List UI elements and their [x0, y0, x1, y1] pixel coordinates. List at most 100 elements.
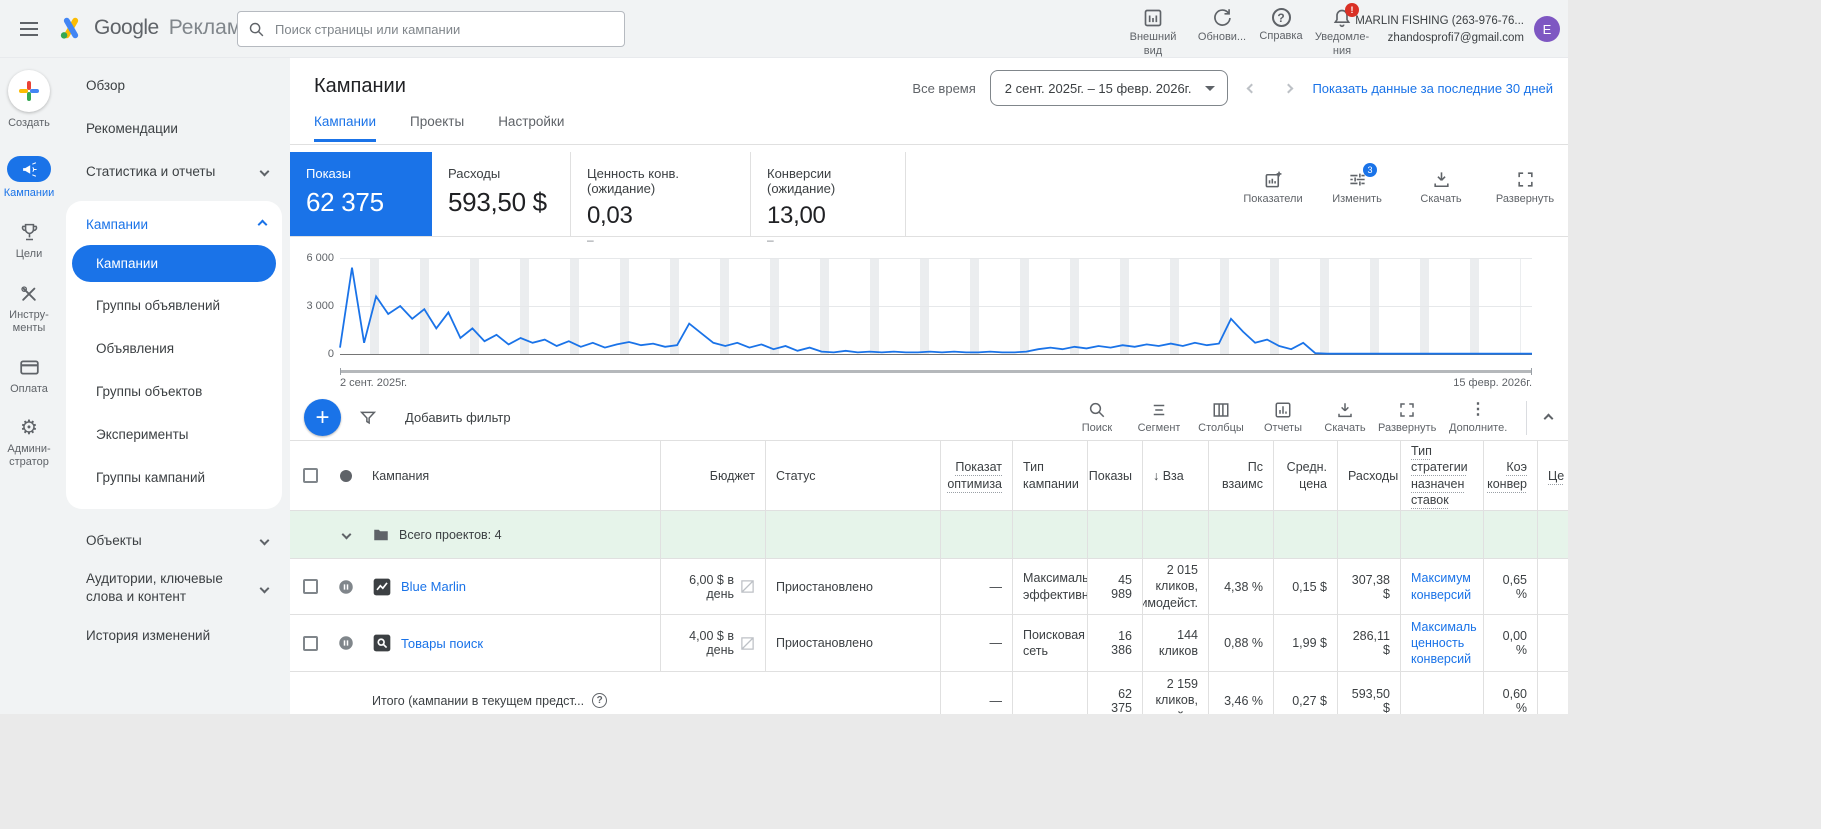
next-period-button[interactable] [1284, 83, 1294, 93]
budget-cell[interactable]: 6,00 $ в день [660, 559, 765, 614]
budget-cell[interactable]: 4,00 $ в день [660, 615, 765, 671]
budget-edit-icon[interactable] [740, 636, 755, 651]
table-more-button[interactable]: ⋮ Дополните... [1442, 401, 1514, 434]
col-interactions-sorted[interactable]: ↓ Вза [1142, 441, 1208, 510]
projects-group-row[interactable]: Всего проектов: 4 [290, 511, 1568, 559]
account-info[interactable]: MARLIN FISHING (263-976-76... zhandospro… [1355, 13, 1524, 46]
menu-icon[interactable] [20, 22, 38, 36]
tools-icon [19, 284, 39, 304]
impressions-chart[interactable] [340, 258, 1532, 355]
impressions-cell: 16 386 [1087, 615, 1142, 671]
page-title: Кампании [314, 75, 406, 98]
metric-card-impressions[interactable]: Показы 62 375 [290, 152, 432, 236]
col-bid-strategy[interactable]: Тип стратегии назначен ставок [1400, 441, 1483, 510]
chart-edit-button[interactable]: 3 Изменить [1328, 170, 1386, 205]
nav-assets[interactable]: Объекты [58, 519, 290, 562]
nav-recommendations[interactable]: Рекомендации [58, 107, 290, 150]
row-checkbox[interactable] [303, 579, 318, 594]
col-avg-cost[interactable]: Средн. цена [1273, 441, 1337, 510]
col-cut[interactable]: Це [1537, 441, 1568, 510]
col-campaign-type[interactable]: Тип кампании [1012, 441, 1087, 510]
create-button[interactable]: Создать [0, 70, 58, 130]
chevron-down-icon[interactable] [341, 530, 351, 540]
nav-experiments[interactable]: Эксперименты [66, 413, 282, 456]
search-icon [248, 21, 265, 38]
tab-settings[interactable]: Настройки [498, 114, 564, 142]
chart-expand-button[interactable]: Развернуть [1496, 170, 1554, 205]
add-filter-label[interactable]: Добавить фильтр [405, 410, 511, 425]
nav-campaigns-active[interactable]: Кампании [72, 245, 276, 282]
add-campaign-button[interactable]: + [304, 399, 341, 436]
col-interaction-rate[interactable]: Пс взаимс [1208, 441, 1273, 510]
paused-status-icon[interactable] [337, 634, 355, 652]
bid-strategy-cell[interactable]: Максимум конверсий [1400, 559, 1483, 614]
budget-edit-icon[interactable] [740, 579, 755, 594]
google-ads-app: Google Реклама Внешний вид Обнови... ? С… [0, 0, 1568, 714]
rail-item-billing[interactable]: Оплата [0, 357, 58, 396]
col-campaign[interactable]: Кампания [362, 441, 660, 510]
chart-download-button[interactable]: Скачать [1412, 170, 1470, 205]
table-reports-button[interactable]: Отчеты [1256, 401, 1310, 434]
paused-status-icon[interactable] [337, 578, 355, 596]
status-cell[interactable]: Приостановлено [765, 615, 940, 671]
date-range-picker[interactable]: 2 сент. 2025г. – 15 февр. 2026г. [990, 70, 1229, 106]
campaign-type-cell: Максималь эффективно [1012, 559, 1087, 614]
rail-item-admin[interactable]: ⚙ Админи- стратор [0, 418, 58, 469]
nav-ad-groups[interactable]: Группы объявлений [66, 284, 282, 327]
filter-icon[interactable] [359, 409, 377, 427]
campaign-name-link[interactable]: Blue Marlin [401, 579, 466, 594]
performance-max-icon [372, 577, 392, 597]
nav-overview[interactable]: Обзор [58, 64, 290, 107]
col-impressions[interactable]: Показы [1087, 441, 1142, 510]
table-download-button[interactable]: Скачать [1318, 401, 1372, 434]
expand-icon [1516, 170, 1535, 189]
global-search[interactable] [237, 11, 625, 47]
table-search-button[interactable]: Поиск [1070, 401, 1124, 434]
metric-card-cost[interactable]: Расходы 593,50 $ [432, 152, 570, 236]
chart-download-label: Скачать [1420, 193, 1461, 205]
col-conv-rate[interactable]: Коэ конвер [1483, 441, 1537, 510]
nav-campaign-groups[interactable]: Группы кампаний [66, 456, 282, 499]
metric-card-conversions[interactable]: Конверсии (ожидание) 13,00 – [751, 152, 905, 236]
interaction-rate-cell: 0,88 % [1208, 615, 1273, 671]
tab-drafts[interactable]: Проекты [410, 114, 464, 142]
status-cell[interactable]: Приостановлено [765, 559, 940, 614]
status-dot-icon[interactable] [340, 470, 352, 482]
row-checkbox[interactable] [303, 636, 318, 651]
nav-campaigns-section[interactable]: Кампании [66, 205, 282, 243]
nav-change-history[interactable]: История изменений [58, 614, 290, 657]
rail-item-campaigns[interactable]: Кампании [0, 156, 58, 200]
chart-add-icon [1264, 170, 1283, 189]
appearance-button[interactable]: Внешний вид [1116, 8, 1190, 59]
nav-ads[interactable]: Объявления [66, 327, 282, 370]
bid-strategy-cell[interactable]: Максималь ценность конверсий [1400, 615, 1483, 671]
table-segment-button[interactable]: Сегмент [1132, 401, 1186, 434]
chart-range-slider[interactable] [340, 368, 1532, 375]
rail-item-goals[interactable]: Цели [0, 222, 58, 261]
col-status[interactable]: Статус [765, 441, 940, 510]
chart-metrics-button[interactable]: Показатели [1244, 170, 1302, 205]
prev-period-button[interactable] [1247, 83, 1257, 93]
table-columns-button[interactable]: Столбцы [1194, 401, 1248, 434]
top-bar: Google Реклама Внешний вид Обнови... ? С… [0, 0, 1568, 58]
nav-audiences[interactable]: Аудитории, ключевые слова и контент [58, 562, 290, 614]
table-expand-button[interactable]: Развернуть [1380, 401, 1434, 434]
collapse-table-button[interactable] [1539, 401, 1558, 435]
trophy-icon [19, 222, 40, 243]
reports-icon [1274, 401, 1292, 419]
impressions-total: 62 375 [1087, 672, 1142, 714]
campaign-name-link[interactable]: Товары поиск [401, 636, 483, 651]
show-last-30-link[interactable]: Показать данные за последние 30 дней [1312, 81, 1553, 96]
metric-card-conv-value[interactable]: Ценность конв. (ожидание) 0,03 – [571, 152, 750, 236]
select-all-checkbox[interactable] [303, 468, 318, 483]
nav-insights[interactable]: Статистика и отчеты [58, 150, 290, 193]
col-cost[interactable]: Расходы [1337, 441, 1400, 510]
rail-item-tools[interactable]: Инстру- менты [0, 284, 58, 335]
col-opt-score[interactable]: Показат оптимиза [940, 441, 1012, 510]
nav-asset-groups[interactable]: Группы объектов [66, 370, 282, 413]
tab-campaigns[interactable]: Кампании [314, 114, 376, 142]
avatar[interactable]: E [1534, 16, 1560, 42]
col-budget[interactable]: Бюджет [660, 441, 765, 510]
search-input[interactable] [273, 21, 614, 38]
info-icon[interactable]: ? [592, 693, 607, 708]
